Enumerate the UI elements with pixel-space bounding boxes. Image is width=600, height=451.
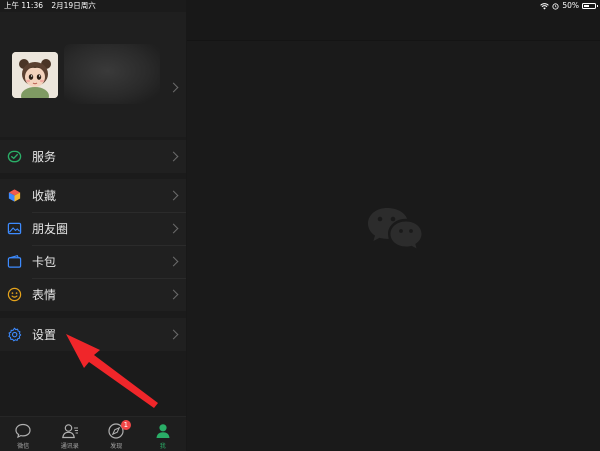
favorites-cube-icon (8, 189, 21, 202)
battery-icon (582, 3, 598, 9)
chevron-right-icon (168, 190, 179, 201)
battery-percent: 50% (562, 1, 579, 10)
bottom-tab-bar: 微信 通讯录 1 发现 我 (0, 416, 186, 451)
menu-label-cards: 卡包 (32, 255, 57, 269)
tab-discover[interactable]: 1 发现 (93, 417, 140, 451)
wechat-logo-icon (368, 208, 422, 249)
tab-chats[interactable]: 微信 (0, 417, 47, 451)
menu-item-services[interactable]: 服务 (0, 140, 186, 173)
menu-item-moments[interactable]: 朋友圈 (0, 212, 186, 245)
tab-label-contacts: 通讯录 (60, 443, 79, 450)
chevron-right-icon (168, 223, 179, 234)
wallet-icon (7, 255, 22, 268)
profile-name-blurred (64, 44, 160, 104)
status-bar: 上午 11:36 2月19日周六 50% (0, 0, 600, 12)
moments-image-icon (7, 222, 22, 235)
smiley-icon (7, 287, 22, 302)
wifi-icon (540, 2, 550, 9)
tab-contacts[interactable]: 通讯录 (47, 417, 94, 451)
status-date: 2月19日周六 (51, 1, 96, 10)
menu-item-cards[interactable]: 卡包 (0, 245, 186, 278)
chevron-right-icon (168, 329, 179, 340)
detail-panel (187, 0, 600, 450)
chevron-right-icon (168, 151, 179, 162)
status-time: 上午 11:36 (4, 1, 43, 10)
menu-item-settings[interactable]: 设置 (0, 318, 186, 351)
me-panel: 服务 收藏 朋友圈 卡包 表情 设置 微信 通讯录 1 发现 我 (0, 0, 186, 451)
chevron-right-icon (168, 289, 179, 300)
alarm-icon (552, 2, 559, 10)
gear-icon (8, 327, 22, 342)
menu-label-moments: 朋友圈 (32, 222, 69, 236)
profile-chevron-icon (168, 82, 179, 93)
discover-badge: 1 (120, 420, 131, 430)
menu-item-stickers[interactable]: 表情 (0, 278, 186, 311)
menu-item-favorites[interactable]: 收藏 (0, 179, 186, 212)
menu-label-services: 服务 (32, 150, 57, 164)
menu-group-settings: 设置 (0, 318, 186, 351)
tab-me[interactable]: 我 (140, 417, 187, 451)
chevron-right-icon (168, 256, 179, 267)
menu-label-settings: 设置 (32, 328, 57, 342)
services-icon (7, 150, 22, 163)
avatar[interactable] (12, 52, 58, 98)
cartoon-girl-avatar-icon (12, 52, 58, 98)
contacts-icon (61, 424, 78, 439)
tab-label-discover: 发现 (110, 443, 123, 450)
profile-card[interactable] (0, 12, 186, 137)
menu-group-services: 服务 (0, 140, 186, 173)
tab-label-chats: 微信 (17, 443, 30, 450)
person-icon (156, 424, 170, 438)
menu-label-favorites: 收藏 (32, 189, 57, 203)
chat-bubble-icon (15, 423, 31, 439)
tab-label-me: 我 (159, 443, 166, 450)
menu-group-main: 收藏 朋友圈 卡包 表情 (0, 179, 186, 311)
menu-label-stickers: 表情 (32, 288, 57, 302)
